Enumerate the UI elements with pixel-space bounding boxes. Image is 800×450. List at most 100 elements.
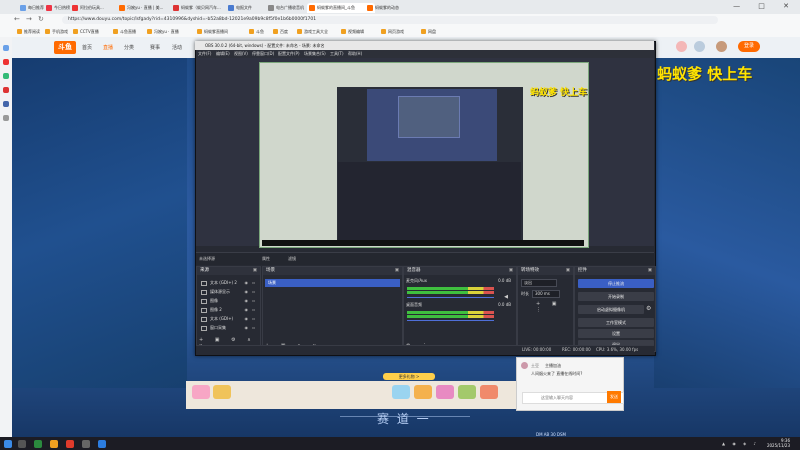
back-icon[interactable]: ← [14,15,20,23]
start-icon[interactable] [4,440,12,448]
bookmark[interactable]: 斗鱼 [248,27,264,36]
system-tray[interactable]: ▲ ◉ ◈ ♪ [722,441,759,446]
menu-item[interactable]: 配置文件(P) [278,50,300,58]
scene-item[interactable]: 场景 [265,279,400,287]
lock-icon[interactable]: ▫ [252,315,255,323]
reload-icon[interactable]: ↻ [38,15,44,23]
lock-icon[interactable]: ▫ [252,297,255,305]
bookmark[interactable]: 斗鱼直播 [112,27,136,36]
login-button[interactable]: 登录 [738,41,760,52]
visibility-icon[interactable]: ◉ [245,279,249,287]
menu-item[interactable]: 帮助(H) [348,50,362,58]
gift-icon[interactable] [414,385,432,399]
tab[interactable]: 蚂蚁爹（蚁贝网汽车... [171,3,234,13]
lock-icon[interactable]: ▫ [252,306,255,314]
menu-item[interactable]: 视图(V) [234,50,248,58]
bookmark[interactable]: 视频编辑 [340,27,364,36]
url-input[interactable]: https://www.douyu.com/topic/lsfgady?rid=… [62,16,718,24]
start-recording-button[interactable]: 开始录制 [578,292,654,301]
visibility-icon[interactable]: ◉ [245,324,249,332]
window-controls[interactable]: — □ ✕ [733,2,797,10]
search-icon[interactable] [18,440,26,448]
stop-streaming-button[interactable]: 停止推流 [578,279,654,288]
visibility-icon[interactable]: ◉ [245,306,249,314]
properties-button[interactable]: 属性 [262,256,270,262]
gift-icon[interactable] [392,385,410,399]
bookmark[interactable]: 游戏工具大全 [296,27,328,36]
settings-button[interactable]: 设置 [578,329,654,338]
speaker-icon[interactable]: ◀ [504,294,508,300]
gift-icon[interactable] [436,385,454,399]
bookmark[interactable]: 网页游戏 [380,27,404,36]
send-button[interactable]: 发送 [607,391,621,403]
bookmark[interactable]: 冯婉yu · 直播 [146,27,179,36]
menu-item[interactable]: 停靠窗口(D) [252,50,274,58]
transition-select[interactable]: 淡出 [521,279,557,287]
sidebar-app-icon[interactable] [3,73,9,79]
source-item[interactable]: 窗口采集 ◉ ▫ [199,324,258,332]
source-item[interactable]: 图像 2 ◉ ▫ [199,306,258,314]
filters-button[interactable]: 滤镜 [288,256,296,262]
studio-mode-button[interactable]: 工作室模式 [578,318,654,327]
sidebar-app-icon[interactable] [3,101,9,107]
gift-icon[interactable] [458,385,476,399]
bookmark[interactable]: CCTV直播 [72,27,99,36]
menu-item[interactable]: 场景集合(S) [304,50,326,58]
transition-tools[interactable]: + ▣ ⋮ [536,301,573,313]
volume-slider[interactable] [407,320,494,321]
nav-item[interactable]: 活动 [172,44,182,51]
gift-icon[interactable] [213,385,231,399]
source-item[interactable]: 文本 (GDI+) 2 ◉ ▫ [199,279,258,287]
dock-close-icon[interactable]: ▣ [395,267,399,275]
menu-item[interactable]: 编辑(E) [216,50,230,58]
dock-close-icon[interactable]: ▣ [509,267,513,275]
menu-item[interactable]: 文件(F) [198,50,211,58]
lock-icon[interactable]: ▫ [252,279,255,287]
nav-item[interactable]: 分类 [124,44,134,51]
bookmark-icon [249,29,254,34]
clock[interactable]: 9:36 2025/11/23 [767,438,790,448]
source-item[interactable]: 媒体源显示 ◉ ▫ [199,288,258,296]
app-icon[interactable] [34,440,42,448]
forward-icon[interactable]: → [26,15,32,23]
douyu-logo[interactable]: 斗鱼 [54,41,76,54]
menu-item[interactable]: 工具(T) [330,50,344,58]
duration-input[interactable]: 300 ms [532,290,560,298]
source-item[interactable]: 文本 (GDI+) ◉ ▫ [199,315,258,323]
bookmark[interactable]: 百度 [272,27,288,36]
avatar[interactable] [716,41,727,52]
lock-icon[interactable]: ▫ [252,288,255,296]
gift-more-button[interactable]: 更多礼物 > [383,373,435,380]
virtual-camera-button[interactable]: 启动虚拟摄像机 [578,305,644,314]
volume-slider[interactable] [407,297,494,298]
bell-icon[interactable] [676,41,687,52]
sidebar-app-icon[interactable] [3,59,9,65]
sidebar-app-icon[interactable] [3,115,9,121]
lock-icon[interactable]: ▫ [252,324,255,332]
bookmark[interactable]: 手机游戏 [44,27,68,36]
dock-close-icon[interactable]: ▣ [253,267,257,275]
gear-icon[interactable]: ⚙ [646,305,651,312]
visibility-icon[interactable]: ◉ [245,315,249,323]
nav-item[interactable]: 直播 [103,44,113,51]
gift-icon[interactable] [192,385,210,399]
tab[interactable]: 蚂蚁爹的动态 [365,3,420,13]
history-icon[interactable] [694,41,705,52]
dock-close-icon[interactable]: ▣ [648,267,652,275]
folder-icon[interactable] [50,440,58,448]
sidebar-app-icon[interactable] [3,45,9,51]
dock-close-icon[interactable]: ▣ [566,267,570,275]
nav-item[interactable]: 首页 [82,44,92,51]
obs-icon[interactable] [82,440,90,448]
sidebar-app-icon[interactable] [3,87,9,93]
bookmark[interactable]: 推荐阅读 [16,27,40,36]
visibility-icon[interactable]: ◉ [245,288,249,296]
nav-item[interactable]: 赛事 [150,44,160,51]
bookmark[interactable]: 蚂蚁爹直播间 [196,27,228,36]
app-icon[interactable] [66,440,74,448]
source-item[interactable]: 图像 ◉ ▫ [199,297,258,305]
gift-icon[interactable] [480,385,498,399]
bookmark[interactable]: 网盘 [420,27,436,36]
browser-icon[interactable] [98,440,106,448]
visibility-icon[interactable]: ◉ [245,297,249,305]
